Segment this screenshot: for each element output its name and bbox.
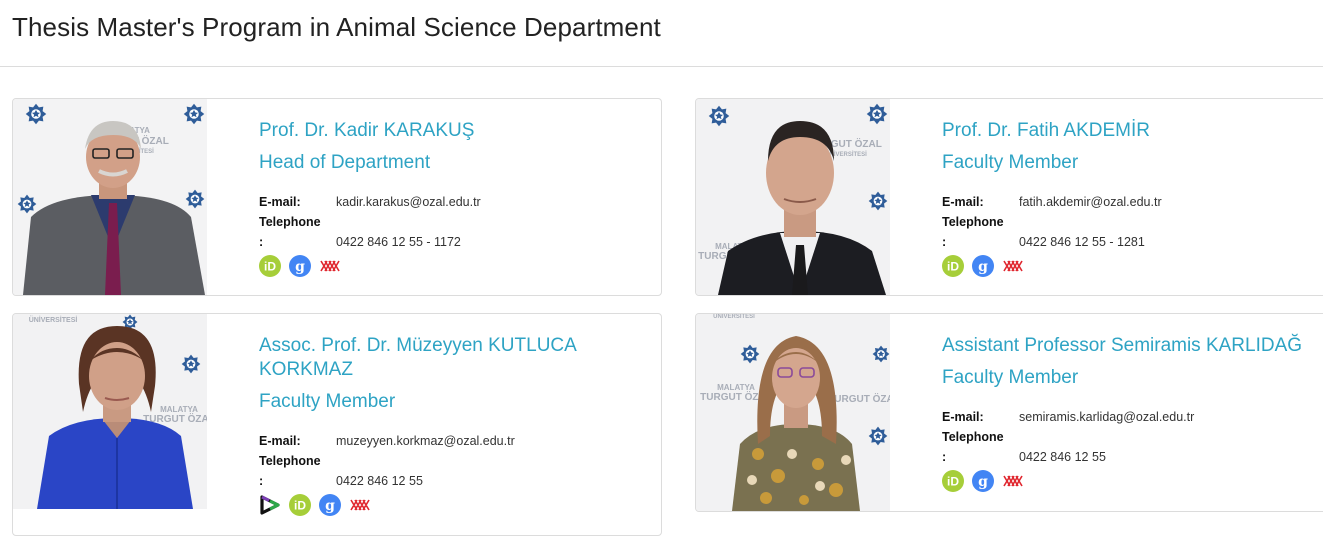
faculty-name[interactable]: Prof. Dr. Kadir KARAKUŞ [259,119,481,143]
google-scholar-icon[interactable] [319,494,341,516]
faculty-photo: ÜNİVERSİTESİ MALATYA TURGUT ÖZAL TURGUT … [696,314,890,511]
orcid-icon[interactable] [942,255,964,277]
telephone-colon: : [942,235,947,249]
backdrop-text: ÜNİVERSİTESİ [29,315,78,324]
faculty-name[interactable]: Prof. Dr. Fatih AKDEMİR [942,119,1162,143]
faculty-card: MALATYA TURGUT ÖZAL ÜNİVERSİTESİ Prof. D… [12,98,662,296]
telephone-colon: : [942,450,947,464]
faculty-info: Assoc. Prof. Dr. Müzeyyen KUTLUCA KORKMA… [259,334,577,516]
telephone-label: Telephone [942,430,1004,444]
contact-block: E-mail: muzeyyen.korkmaz@ozal.edu.tr Tele… [259,431,577,491]
faculty-info: Prof. Dr. Fatih AKDEMİR Faculty Member E… [942,119,1162,277]
telephone-colon: : [259,474,264,488]
telephone-colon: : [259,235,264,249]
faculty-name-line: KORKMAZ [259,359,353,380]
telephone-label: Telephone [259,215,321,229]
email-value[interactable]: semiramis.karlidag@ozal.edu.tr [1019,407,1194,427]
telephone-value: 0422 846 12 55 - 1172 [336,235,461,249]
faculty-info: Assistant Professor Semiramis KARLIDAĞ F… [942,334,1302,492]
faculty-role: Faculty Member [942,367,1079,388]
orcid-icon[interactable] [942,470,964,492]
email-value[interactable]: muzeyyen.korkmaz@ozal.edu.tr [336,431,515,451]
email-value[interactable]: kadir.karakus@ozal.edu.tr [336,192,481,212]
yok-academic-icon[interactable] [1002,470,1024,492]
google-scholar-icon[interactable] [972,470,994,492]
email-label: E-mail: [942,410,984,424]
profile-links [259,494,577,516]
faculty-name-line: Assoc. Prof. Dr. Müzeyyen KUTLUCA [259,335,577,356]
contact-block: E-mail: fatih.akdemir@ozal.edu.tr Telepho… [942,192,1162,252]
faculty-card: TURGUT ÖZAL ÜNİVERSİTESİ MALATYA TURGUT … [695,98,1323,296]
faculty-name[interactable]: Assistant Professor Semiramis KARLIDAĞ [942,334,1302,358]
faculty-role: Faculty Member [259,391,396,412]
yok-academic-icon[interactable] [319,255,341,277]
orcid-icon[interactable] [259,255,281,277]
telephone-label: Telephone [259,454,321,468]
email-label: E-mail: [259,434,301,448]
email-label: E-mail: [259,195,301,209]
profile-links [259,255,481,277]
telephone-value: 0422 846 12 55 [1019,450,1106,464]
faculty-name[interactable]: Assoc. Prof. Dr. Müzeyyen KUTLUCA KORKMA… [259,334,577,382]
email-value[interactable]: fatih.akdemir@ozal.edu.tr [1019,192,1162,212]
yok-academic-icon[interactable] [1002,255,1024,277]
page-title: Thesis Master's Program in Animal Scienc… [12,12,661,42]
google-scholar-icon[interactable] [972,255,994,277]
google-scholar-icon[interactable] [289,255,311,277]
yok-academic-icon[interactable] [349,494,371,516]
email-label: E-mail: [942,195,984,209]
faculty-photo: TURGUT ÖZAL ÜNİVERSİTESİ MALATYA TURGUT … [696,99,890,295]
faculty-info: Prof. Dr. Kadir KARAKUŞ Head of Departme… [259,119,481,277]
contact-block: E-mail: kadir.karakus@ozal.edu.tr Telepho… [259,192,481,252]
profile-links [942,470,1302,492]
backdrop-text: MALATYA [160,405,198,414]
backdrop-text: MALATYA [717,383,755,392]
telephone-value: 0422 846 12 55 [336,474,423,488]
faculty-role: Head of Department [259,152,431,173]
faculty-card: ÜNİVERSİTESİ MALATYA TURGUT ÖZAL TURGUT … [695,313,1323,512]
backdrop-text: ÜNİVERSİTESİ [713,314,755,320]
contact-block: E-mail: semiramis.karlidag@ozal.edu.tr Te… [942,407,1302,467]
faculty-photo: ÜNİVERSİTESİ MALATYA TURGUT ÖZAL [13,314,207,509]
backdrop-text: TURGUT ÖZAL [828,392,890,405]
avesis-icon[interactable] [259,494,281,516]
faculty-role: Faculty Member [942,152,1079,173]
profile-links [942,255,1162,277]
orcid-icon[interactable] [289,494,311,516]
telephone-label: Telephone [942,215,1004,229]
title-divider [0,66,1323,67]
telephone-value: 0422 846 12 55 - 1281 [1019,235,1145,249]
faculty-photo: MALATYA TURGUT ÖZAL ÜNİVERSİTESİ [13,99,207,295]
faculty-card: ÜNİVERSİTESİ MALATYA TURGUT ÖZAL Assoc. … [12,313,662,536]
